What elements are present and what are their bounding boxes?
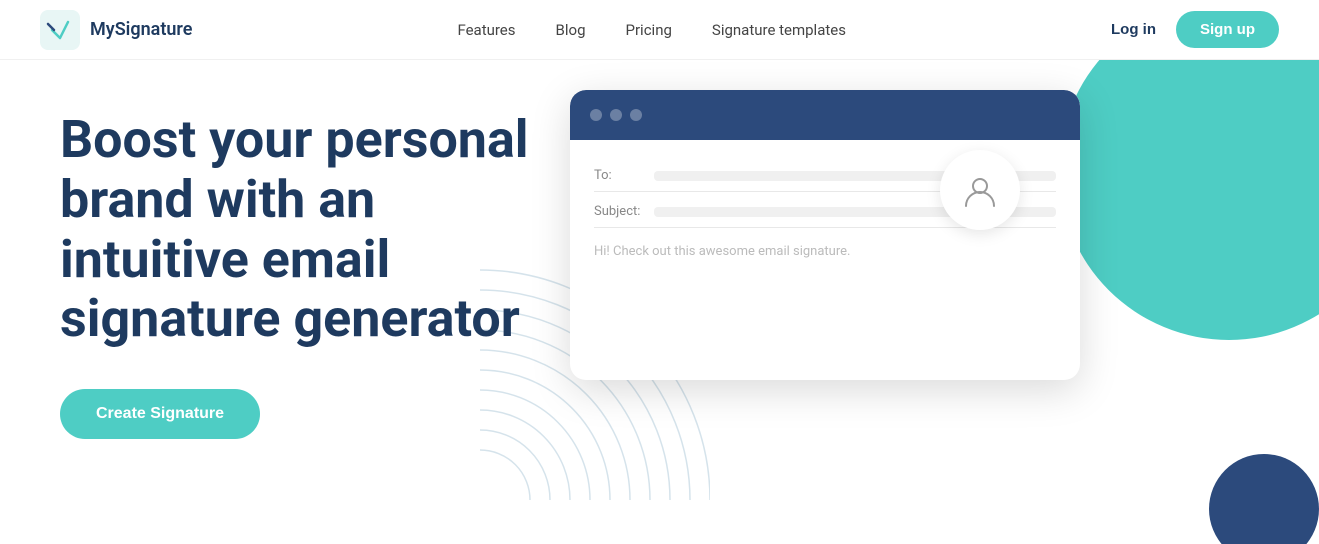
hero-title: Boost your personal brand with an intuit… <box>60 110 560 349</box>
avatar-circle <box>940 150 1020 230</box>
subject-label: Subject: <box>594 204 654 219</box>
teal-circle-decoration <box>1059 60 1319 340</box>
create-signature-button[interactable]: Create Signature <box>60 389 260 439</box>
header-dot-2 <box>610 109 622 121</box>
nav-links: Features Blog Pricing Signature template… <box>457 21 846 39</box>
header-dot-3 <box>630 109 642 121</box>
nav-link-pricing[interactable]: Pricing <box>626 21 672 39</box>
email-mockup-card: To: Subject: Hi! Check out this awesome … <box>570 90 1080 380</box>
navbar-brand: MySignature <box>40 10 192 50</box>
to-label: To: <box>594 168 654 183</box>
dark-circle-decoration <box>1209 454 1319 544</box>
hero-section: Boost your personal brand with an intuit… <box>0 60 600 544</box>
navbar-actions: Log in Sign up <box>1111 11 1279 48</box>
nav-link-signature-templates[interactable]: Signature templates <box>712 21 846 39</box>
email-body-preview: Hi! Check out this awesome email signatu… <box>594 244 1056 259</box>
nav-link-blog[interactable]: Blog <box>556 21 586 39</box>
nav-link-features[interactable]: Features <box>457 21 515 39</box>
main-content: Boost your personal brand with an intuit… <box>0 60 1319 544</box>
email-card-header <box>570 90 1080 140</box>
signup-button[interactable]: Sign up <box>1176 11 1279 48</box>
brand-name: MySignature <box>90 19 192 40</box>
logo-icon <box>40 10 80 50</box>
navbar: MySignature Features Blog Pricing Signat… <box>0 0 1319 60</box>
login-button[interactable]: Log in <box>1111 21 1156 38</box>
avatar-icon <box>962 172 998 208</box>
